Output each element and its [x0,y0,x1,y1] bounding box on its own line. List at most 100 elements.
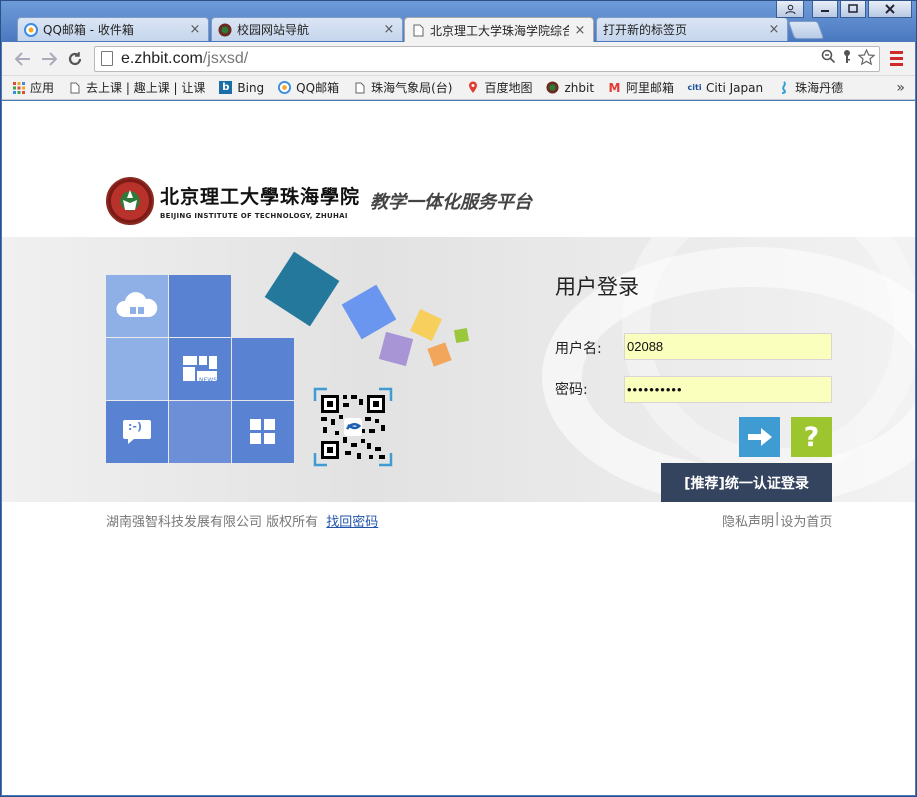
site-header: 北京理工大學珠海學院 BEIJING INSTITUTE OF TECHNOLO… [106,177,532,225]
browser-window: QQ邮箱 - 收件箱 × 校园网站导航 × 北京理工大学珠海学院综合 × 打开新… [0,0,917,797]
tile [232,338,294,400]
bookmarks-overflow-button[interactable]: » [896,80,905,96]
zoom-icon[interactable] [821,49,836,68]
bookmark-bing[interactable]: b Bing [219,81,264,95]
decor-square [427,342,452,367]
ali-mail-icon: M [608,80,621,95]
sso-login-button[interactable]: [推荐]统一认证登录 [661,463,832,502]
bookmark-qushangke[interactable]: 去上课 | 趣上课 | 让课 [68,79,205,96]
grid-tile [232,401,294,463]
bookmark-zhbit[interactable]: zhbit [546,81,594,95]
window-controls [776,1,912,18]
cloud-book-icon [116,292,158,317]
bookmark-weather[interactable]: 珠海气象局(台) [353,79,452,96]
set-home-link[interactable]: 设为首页 [780,511,832,530]
bookmark-ali-mail[interactable]: M 阿里邮箱 [608,79,675,96]
url-host: e.zhbit.com [121,49,203,67]
page-icon [353,81,366,94]
tab-campus-nav[interactable]: 校园网站导航 × [211,17,403,41]
bookmark-label: 百度地图 [484,81,533,95]
close-icon[interactable]: × [382,22,396,37]
reload-button[interactable] [62,46,88,72]
tile [106,338,168,400]
cloud-book-tile [106,275,168,337]
tab-title: QQ邮箱 - 收件箱 [43,23,134,37]
maximize-button[interactable] [840,1,866,18]
page-icon [411,23,425,37]
tab-login-page[interactable]: 北京理工大学珠海学院综合 × [404,17,594,42]
login-submit-button[interactable] [739,417,780,457]
find-password-link[interactable]: 找回密码 [326,515,378,530]
browser-toolbar: e.zhbit.com /jsxsd/ [2,42,915,76]
bookmark-citi-japan[interactable]: citi Citi Japan [687,80,764,95]
bookmark-label: zhbit [564,80,595,95]
tab-title: 北京理工大学珠海学院综合 [430,23,569,38]
address-bar-actions [821,48,879,69]
news-tile: NEWS [169,338,231,400]
apps-grid-icon [12,81,25,94]
qq-mail-icon [24,22,38,37]
bookmark-label: 去上课 | 趣上课 | 让课 [86,81,206,95]
bookmark-apps[interactable]: 应用 [12,79,54,96]
dande-icon [777,81,790,94]
bookmark-label: 阿里邮箱 [626,81,675,95]
grid-icon [250,419,275,444]
chat-tile: :-) [106,401,168,463]
bookmark-qq-mail[interactable]: QQ邮箱 [278,79,339,96]
bookmark-label: 应用 [30,81,55,95]
help-button[interactable]: ? [791,417,832,457]
decor-square [410,309,442,341]
decor-square [341,284,397,340]
platform-name: 教学一体化服务平台 [370,192,533,213]
address-bar[interactable]: e.zhbit.com /jsxsd/ [94,45,880,72]
forward-button[interactable] [36,46,62,72]
school-name-en: BEIJING INSTITUTE OF TECHNOLOGY, ZHUHAI [160,212,348,220]
tile [169,401,231,463]
footer-links: 隐私声明 | 设为首页 [722,511,832,530]
back-button[interactable] [10,46,36,72]
copyright-text: 湖南强智科技发展有限公司 版权所有 [106,515,319,530]
minimize-button[interactable] [812,1,838,18]
decor-square [378,331,414,367]
page-icon [68,81,81,94]
username-label: 用户名: [555,341,602,357]
close-icon[interactable]: × [188,22,202,37]
profile-icon[interactable] [776,1,804,18]
bookmark-label: 珠海气象局(台) [371,81,453,95]
key-icon[interactable] [842,49,852,68]
login-title: 用户登录 [555,275,639,299]
page-icon [101,51,113,66]
url-path: /jsxsd/ [202,49,249,67]
tab-qq-mail[interactable]: QQ邮箱 - 收件箱 × [17,17,209,41]
qq-mail-icon [278,81,292,94]
password-input[interactable] [624,376,832,403]
qr-code-icon[interactable] [313,387,393,467]
bookmark-label: QQ邮箱 [296,81,340,95]
decor-square [453,327,470,344]
close-icon[interactable]: × [767,22,781,37]
close-window-button[interactable] [868,1,912,18]
footer-separator: | [775,511,780,526]
password-label: 密码: [555,382,588,398]
footer-copyright: 湖南强智科技发展有限公司 版权所有 找回密码 [106,511,378,530]
bookmark-star-icon[interactable] [857,48,876,69]
privacy-link[interactable]: 隐私声明 [722,511,774,530]
school-name: 北京理工大學珠海學院 BEIJING INSTITUTE OF TECHNOLO… [160,182,360,220]
close-icon[interactable]: × [573,23,587,38]
page-viewport: 北京理工大學珠海學院 BEIJING INSTITUTE OF TECHNOLO… [2,101,915,795]
menu-icon[interactable] [890,51,903,66]
bookmark-label: Bing [237,80,265,95]
username-input[interactable] [624,333,832,360]
citi-icon: citi [687,83,702,92]
tile [169,275,231,337]
bookmark-label: Citi Japan [706,80,764,95]
tab-new-tab[interactable]: 打开新的标签页 × [596,17,788,41]
tab-title: 打开新的标签页 [603,23,688,37]
decor-square [264,251,340,327]
bookmarks-bar: 应用 去上课 | 趣上课 | 让课 b Bing QQ邮箱 珠海气象局(台) 百… [2,76,915,100]
bookmark-baidu-map[interactable]: 百度地图 [466,79,532,96]
bing-icon: b [219,81,233,94]
school-emblem-icon [106,177,154,225]
bookmark-dande[interactable]: 珠海丹德 [777,79,843,96]
new-tab-button[interactable] [787,21,825,39]
